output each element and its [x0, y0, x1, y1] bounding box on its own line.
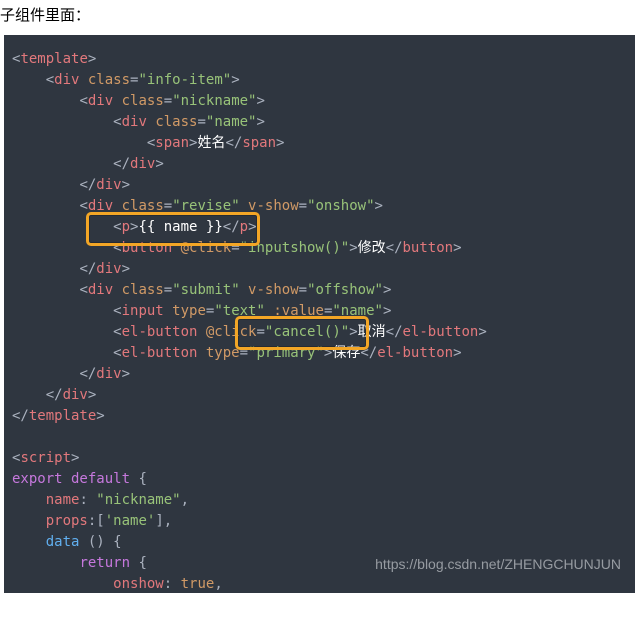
code-line: </template> [12, 408, 105, 424]
code-line: <div class="revise" v-show="onshow"> [79, 198, 383, 214]
code-line: <span>姓名</span> [147, 135, 285, 151]
code-block: <template> <div class="info-item"> <div … [4, 35, 635, 593]
code-line: </div> [79, 177, 130, 193]
code-line: props:['name'], [46, 513, 172, 529]
code-line: </div> [46, 387, 97, 403]
code-line: data () { [46, 534, 122, 550]
code-line: <div class="submit" v-show="offshow"> [79, 282, 391, 298]
code-line: onshow: true, [113, 576, 223, 592]
code-line: </div> [113, 156, 164, 172]
code-line: <div class="nickname"> [79, 93, 264, 109]
code-line: <div class="info-item"> [46, 72, 240, 88]
code-line: <div class="name"> [113, 114, 265, 130]
code-line: export default { [12, 471, 147, 487]
code-line: <script> [12, 450, 79, 466]
code-line: </div> [79, 366, 130, 382]
code-line: <template> [12, 51, 96, 67]
code-line: <el-button @click="cancel()">取消</el-butt… [113, 324, 487, 340]
section-heading: 子组件里面： [0, 0, 639, 35]
code-line: <p>{{ name }}</p> [113, 219, 256, 235]
watermark: https://blog.csdn.net/ZHENGCHUNJUN [375, 554, 621, 575]
code-line: </div> [79, 261, 130, 277]
code-line: name: "nickname", [46, 492, 189, 508]
code-line: <input type="text" :value="name"> [113, 303, 391, 319]
code-line: return { [79, 555, 146, 571]
code-line: <el-button type="primary">保存</el-button> [113, 345, 461, 361]
code-line: <button @click="inputshow()">修改</button> [113, 240, 461, 256]
